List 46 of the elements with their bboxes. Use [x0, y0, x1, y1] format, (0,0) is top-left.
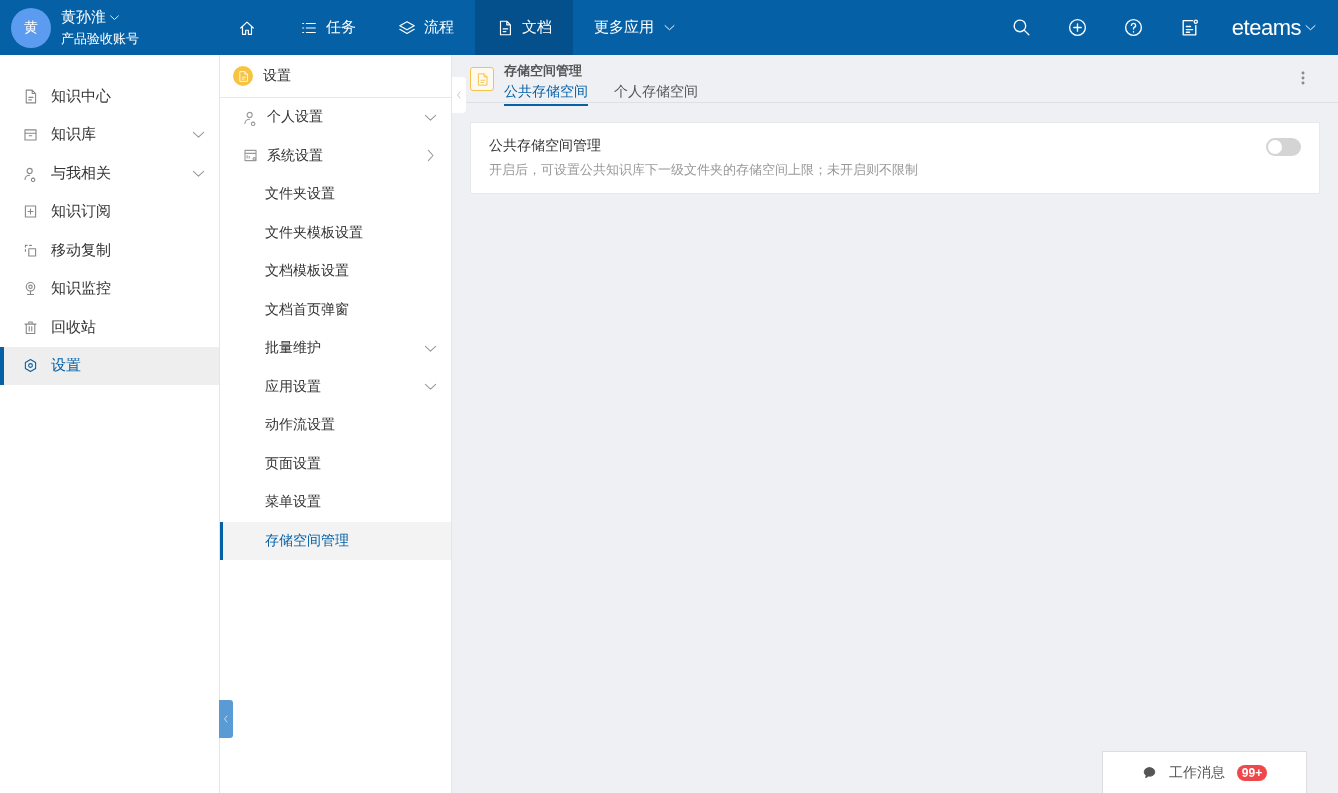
- page-tab[interactable]: 公共存储空间: [504, 83, 588, 106]
- collapse-handle[interactable]: [219, 700, 233, 738]
- sidebar-item[interactable]: 知识库: [0, 115, 219, 154]
- menu-item[interactable]: 动作流设置: [220, 406, 451, 445]
- page-tab[interactable]: 个人存储空间: [614, 83, 698, 106]
- settings-icon: [22, 357, 39, 375]
- brand-logo[interactable]: eteams: [1231, 14, 1301, 41]
- account-name: 产品验收账号: [61, 29, 139, 48]
- sidebar-item[interactable]: 知识订阅: [0, 192, 219, 231]
- sidebar-item[interactable]: 与我相关: [0, 154, 219, 193]
- menu-item[interactable]: 应用设置: [220, 367, 451, 406]
- messages-label: 工作消息: [1168, 763, 1225, 782]
- sidebar-item[interactable]: 设置: [0, 346, 219, 385]
- sidebar-item[interactable]: 移动复制: [0, 231, 219, 270]
- menu-item[interactable]: 文档模板设置: [220, 252, 451, 291]
- user-name[interactable]: 黄孙淮: [61, 7, 106, 27]
- layers-icon: [398, 18, 416, 37]
- menu-group[interactable]: 系统设置: [220, 136, 451, 175]
- sidebar-item[interactable]: 知识监控: [0, 269, 219, 308]
- menu-item[interactable]: 菜单设置: [220, 483, 451, 522]
- nav-tab[interactable]: 任务: [279, 0, 377, 55]
- page-title: 存储空间管理: [504, 63, 583, 80]
- menu-group[interactable]: 个人设置: [220, 98, 451, 137]
- menu-item[interactable]: 文档首页弹窗: [220, 290, 451, 329]
- archive-box-icon: [22, 126, 39, 144]
- nav-tab[interactable]: 流程: [377, 0, 475, 55]
- messages-bar[interactable]: 工作消息 99+: [1102, 751, 1307, 793]
- menu-item[interactable]: 批量维护: [220, 329, 451, 368]
- count-badge: 99+: [1236, 764, 1268, 781]
- setting-title: 公共存储空间管理: [489, 137, 602, 155]
- trash-icon: [22, 318, 39, 336]
- menu-item[interactable]: 存储空间管理: [220, 521, 451, 560]
- setting-description: 开启后，可设置公共知识库下一级文件夹的存储空间上限；未开启则不限制: [489, 162, 918, 179]
- nav-tab[interactable]: 文档: [475, 0, 573, 55]
- collapse-handle[interactable]: [452, 77, 466, 113]
- sidebar-item[interactable]: 知识中心: [0, 77, 219, 116]
- menu-item[interactable]: 文件夹模板设置: [220, 213, 451, 252]
- panel-title: 设置: [263, 67, 291, 85]
- sidebar-item[interactable]: 回收站: [0, 308, 219, 347]
- help-icon[interactable]: [1123, 17, 1145, 38]
- menu-item[interactable]: 页面设置: [220, 444, 451, 483]
- plus-circle-icon[interactable]: [1067, 17, 1089, 38]
- toggle-switch[interactable]: [1266, 138, 1301, 156]
- nav-tab[interactable]: 更多应用: [573, 0, 698, 55]
- menu-item[interactable]: 文件夹设置: [220, 175, 451, 214]
- chat-bubble-icon: [1141, 765, 1157, 780]
